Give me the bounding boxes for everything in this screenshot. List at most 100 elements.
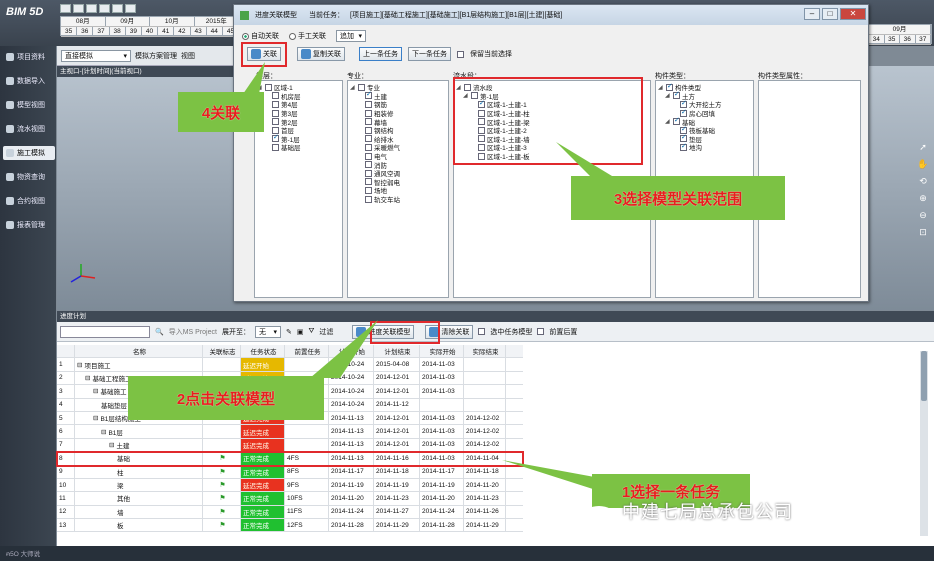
types-tree-node[interactable]: ◢构件类型: [658, 82, 751, 93]
collapse-icon[interactable]: ⊟: [77, 361, 82, 369]
table-row[interactable]: 1⊟项目施工延迟开始2014-10-242015-04-082014-11-03: [57, 358, 523, 372]
majors-checkbox[interactable]: [358, 83, 365, 91]
timeline-week[interactable]: 34: [869, 35, 885, 44]
majors-tree-node[interactable]: 钢筋: [350, 100, 446, 109]
table-row[interactable]: 9 柱 ⚑ 正常完成 8FS 2014-11-17 2014-11-18 2014-11-17…: [57, 465, 523, 479]
column-header[interactable]: [57, 345, 75, 358]
table-row[interactable]: 6 ⊟ B1层 延迟完成 2014-11-13 2014-12-01 2014-11-03 2…: [57, 425, 523, 439]
auto-link-radio[interactable]: 自动关联: [242, 31, 279, 41]
majors-checkbox[interactable]: [365, 186, 372, 194]
minimize-button[interactable]: –: [804, 8, 820, 20]
types-tree-node[interactable]: 房心回填: [658, 108, 751, 118]
majors-tree-node[interactable]: 土建: [350, 90, 446, 101]
table-row[interactable]: 12 墙 ⚑ 正常完成 11FS 2014-11-24 2014-11-27 2014-11-…: [57, 505, 523, 520]
expand-select[interactable]: 无 ▾: [254, 325, 281, 338]
types-checkbox[interactable]: [673, 90, 680, 100]
expand-icon[interactable]: ◢: [665, 118, 671, 125]
orbit-tool-icon[interactable]: ⟲: [919, 176, 927, 187]
vertical-scrollbar[interactable]: [920, 351, 928, 536]
column-header[interactable]: 关联标志: [203, 345, 241, 358]
floors-tree-node[interactable]: 第3层: [257, 109, 340, 118]
majors-checkbox[interactable]: [365, 90, 372, 100]
floors-checkbox[interactable]: [272, 109, 279, 117]
select-tool-icon[interactable]: ➚: [919, 142, 927, 153]
floors-checkbox[interactable]: [272, 118, 279, 126]
redo-icon[interactable]: [112, 4, 123, 13]
majors-checkbox[interactable]: [365, 152, 372, 160]
undo-icon[interactable]: [99, 4, 110, 13]
new-icon[interactable]: [60, 4, 71, 13]
keep-selection-checkbox[interactable]: [457, 50, 464, 58]
majors-checkbox[interactable]: [365, 161, 372, 169]
collapse-icon[interactable]: ⊟: [93, 414, 98, 422]
table-row[interactable]: 8 基础 ⚑ 正常完成 4FS 2014-11-13 2014-11-16 2014-11-0…: [56, 451, 524, 467]
pan-tool-icon[interactable]: ✋: [917, 159, 928, 170]
sidebar-item-7[interactable]: 合约视图: [3, 194, 55, 208]
majors-tree-node[interactable]: 幕墙: [350, 117, 446, 127]
types-checkbox[interactable]: [673, 116, 680, 126]
floors-checkbox[interactable]: [272, 133, 279, 143]
expand-icon[interactable]: ◢: [665, 92, 671, 99]
types-checkbox[interactable]: [680, 108, 687, 117]
timeline-week[interactable]: 37: [916, 35, 931, 44]
majors-tree-node[interactable]: ◢ 专业: [350, 83, 446, 92]
task-search-input[interactable]: [60, 325, 150, 338]
manual-link-radio[interactable]: 手工关联: [289, 31, 326, 41]
majors-tree-node[interactable]: 粗装修: [350, 109, 446, 118]
column-header[interactable]: 计划结束: [374, 345, 420, 358]
collapse-icon[interactable]: ⊟: [101, 428, 106, 436]
sim-mode-select[interactable]: 直接模拟 ▾: [61, 49, 131, 62]
majors-tree-node[interactable]: 智控弱电: [350, 178, 446, 187]
collapse-icon[interactable]: ⊟: [93, 387, 98, 395]
timeline-week[interactable]: 41: [158, 27, 175, 36]
column-header[interactable]: 实际结束: [464, 345, 506, 358]
pre-post-checkbox[interactable]: [537, 328, 545, 335]
sidebar-item-5[interactable]: 施工模拟: [3, 146, 55, 160]
zoom-out-icon[interactable]: ⊖: [919, 210, 927, 221]
close-button[interactable]: ✕: [840, 8, 866, 20]
column-header[interactable]: 实际开始: [420, 345, 464, 358]
expand-icon[interactable]: ◢: [658, 84, 664, 91]
timeline-week[interactable]: 35: [61, 27, 78, 36]
types-checkbox[interactable]: [666, 82, 673, 91]
sidebar-item-8[interactable]: 报表管理: [3, 218, 55, 232]
majors-checkbox[interactable]: [365, 100, 372, 108]
table-row[interactable]: 7 ⊟ 土建 延迟完成 2014-11-13 2014-12-01 2014-11-03 20…: [57, 438, 523, 453]
majors-checkbox[interactable]: [365, 143, 372, 151]
majors-checkbox[interactable]: [365, 109, 372, 117]
timeline-week[interactable]: 38: [110, 27, 126, 36]
plan-manage-button[interactable]: 模拟方案管理: [135, 51, 177, 61]
sidebar-item-3[interactable]: 模型视图: [3, 98, 55, 112]
majors-checkbox[interactable]: [365, 118, 372, 126]
timeline-week[interactable]: 37: [93, 27, 110, 36]
sidebar-item-2[interactable]: 数据导入: [3, 74, 55, 88]
open-icon[interactable]: [73, 4, 84, 13]
floors-tree-node[interactable]: 基础层: [257, 143, 340, 152]
types-checkbox[interactable]: [680, 142, 687, 151]
majors-checkbox[interactable]: [365, 195, 372, 203]
majors-checkbox[interactable]: [365, 135, 372, 143]
copy-link-button[interactable]: 复制关联: [297, 47, 345, 61]
collapse-icon[interactable]: ⊟: [109, 441, 114, 449]
majors-checkbox[interactable]: [365, 126, 372, 134]
import-project-button[interactable]: 导入MS Project: [169, 327, 217, 337]
sidebar-item-4[interactable]: 流水视图: [3, 122, 55, 136]
timeline-week[interactable]: 44: [207, 27, 223, 36]
timeline-week[interactable]: 42: [174, 27, 191, 36]
zoom-fit-icon[interactable]: ⊡: [919, 227, 927, 238]
table-row[interactable]: 11 其他 ⚑ 正常完成 10FS 2014-11-20 2014-11-23 2014-11…: [57, 492, 523, 506]
collapse-icon[interactable]: ⊟: [85, 374, 90, 382]
scrollbar-thumb[interactable]: [921, 351, 927, 401]
next-task-button[interactable]: 下一条任务: [408, 47, 451, 61]
expand-icon[interactable]: ◢: [350, 84, 356, 91]
edit-icon[interactable]: ✎: [286, 328, 292, 336]
floors-tree-node[interactable]: 第4层: [257, 100, 340, 109]
search-icon[interactable]: 🔍: [155, 328, 164, 336]
select-task-model-checkbox[interactable]: [478, 328, 486, 335]
majors-tree-node[interactable]: 轨交车站: [350, 195, 446, 204]
majors-tree-node[interactable]: 采暖燃气: [350, 143, 446, 152]
view-button[interactable]: 视图: [181, 51, 195, 61]
table-row[interactable]: 13 板 ⚑ 正常完成 12FS 2014-11-28 2014-11-29 2014-11-…: [57, 519, 523, 533]
column-header[interactable]: 任务状态: [241, 345, 285, 358]
floors-checkbox[interactable]: [272, 100, 279, 108]
